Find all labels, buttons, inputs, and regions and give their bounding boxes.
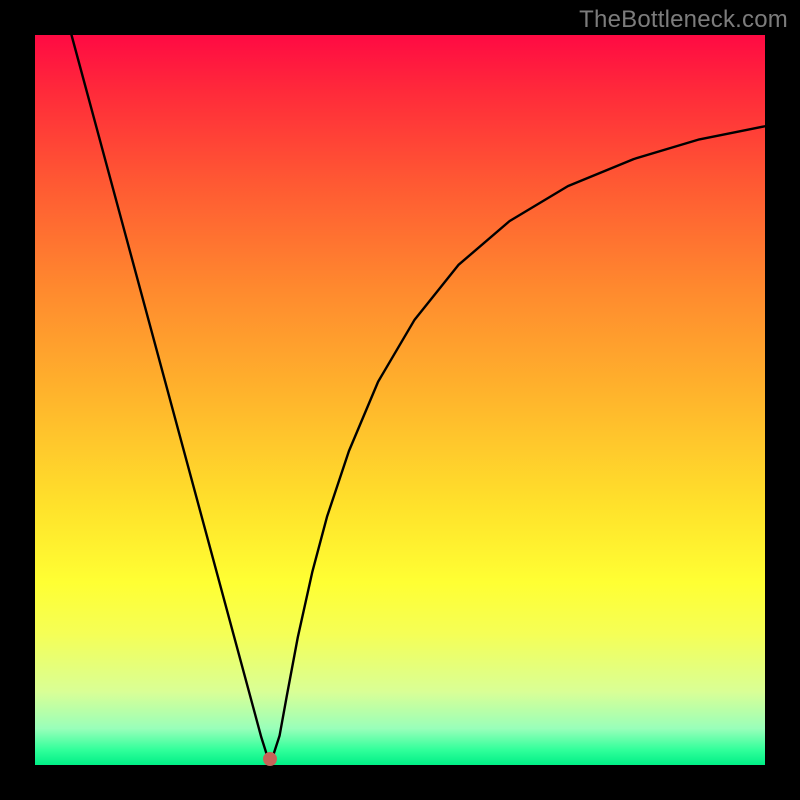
chart-frame: TheBottleneck.com	[0, 0, 800, 800]
minimum-marker	[263, 752, 277, 766]
plot-area	[35, 35, 765, 765]
curve-svg	[35, 35, 765, 765]
watermark-text: TheBottleneck.com	[579, 6, 788, 34]
bottleneck-curve	[72, 35, 766, 765]
